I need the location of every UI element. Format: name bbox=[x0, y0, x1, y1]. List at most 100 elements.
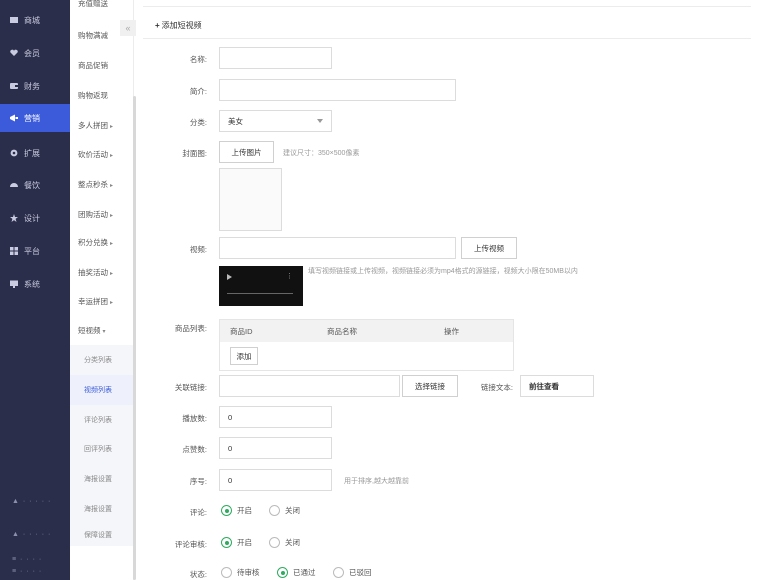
radio-checked-icon bbox=[277, 567, 288, 578]
submenu-item[interactable]: 砍价活动 ▸ bbox=[78, 149, 113, 160]
secondary-menu: 充值赠送 购物满减 商品促销 购物返现 多人拼团 ▸ 砍价活动 ▸ 整点秒杀 ▸ 团购… bbox=[70, 0, 134, 580]
submenu-child[interactable]: 分类列表 bbox=[70, 345, 134, 375]
submenu-item[interactable]: 积分兑换 ▸ bbox=[78, 237, 113, 248]
nav-item-label: 扩展 bbox=[24, 148, 40, 158]
category-select[interactable]: 美女 bbox=[219, 110, 332, 132]
radio-checked-icon bbox=[221, 505, 232, 516]
submenu-child[interactable]: 海报设置 bbox=[70, 494, 134, 524]
page-title-text: 添加短视频 bbox=[161, 21, 202, 30]
name-label: 名称: bbox=[189, 55, 207, 64]
submenu-child[interactable]: 回评列表 bbox=[70, 434, 134, 464]
nav-item-label: 平台 bbox=[24, 246, 40, 256]
order-input[interactable]: 0 bbox=[219, 469, 332, 491]
likes-input[interactable]: 0 bbox=[219, 437, 332, 459]
nav-item-design[interactable]: 设计 bbox=[0, 204, 70, 232]
link-text-label: 链接文本: bbox=[480, 383, 513, 392]
name-input[interactable] bbox=[219, 47, 332, 69]
nav-item-label: 会员 bbox=[24, 48, 40, 58]
submenu-item[interactable]: 抽奖活动 ▸ bbox=[78, 267, 113, 278]
status-pending-radio[interactable]: 待审核 bbox=[221, 567, 260, 578]
submenu-item-short-video[interactable]: 短视频 ▾ bbox=[78, 325, 106, 336]
chevron-down-icon: ▾ bbox=[102, 329, 106, 335]
submenu-item[interactable]: 商品促销 bbox=[78, 60, 108, 71]
nav-item-label: 餐饮 bbox=[24, 180, 40, 190]
add-goods-button[interactable]: 添加 bbox=[230, 347, 258, 365]
submenu-item[interactable]: 整点秒杀 ▸ bbox=[78, 179, 113, 190]
chevron-right-icon: ▸ bbox=[110, 271, 114, 277]
nav-item-system[interactable]: 系统 bbox=[0, 270, 70, 298]
submenu-item-label: 购物满减 bbox=[78, 31, 108, 40]
chevron-right-icon: ▸ bbox=[110, 241, 114, 247]
submenu-item[interactable]: 充值赠送 bbox=[78, 0, 108, 9]
submenu-child[interactable]: 海报设置 bbox=[70, 464, 134, 494]
review-on-radio[interactable]: 开启 bbox=[221, 537, 252, 548]
radio-label: 开启 bbox=[237, 538, 252, 547]
submenu-scrollbar[interactable] bbox=[133, 96, 136, 580]
category-label: 分类: bbox=[189, 118, 207, 127]
goods-table: 商品ID 商品名称 操作 添加 bbox=[219, 319, 514, 371]
submenu-item[interactable]: 多人拼团 ▸ bbox=[78, 120, 113, 131]
submenu-item-label: 购物返现 bbox=[78, 91, 108, 100]
video-hint: 填写视频链接或上传视频，视频链接必须为mp4格式的源链接，视频大小限在50MB以… bbox=[308, 268, 578, 275]
nav-item-platform[interactable]: 平台 bbox=[0, 237, 70, 265]
nav-item-extend[interactable]: 扩展 bbox=[0, 139, 70, 167]
submenu-item-label: 充值赠送 bbox=[78, 0, 108, 8]
nav-hidden-item[interactable]: ▲ · · · · · bbox=[12, 531, 51, 538]
chevron-right-icon: ▸ bbox=[110, 124, 114, 130]
collapse-menu-button[interactable]: « bbox=[120, 20, 136, 36]
cover-hint: 建议尺寸：350×500像素 bbox=[283, 150, 360, 157]
nav-item-member[interactable]: 会员 bbox=[0, 39, 70, 67]
chevron-right-icon: ▸ bbox=[110, 183, 114, 189]
play-icon bbox=[227, 274, 232, 280]
primary-nav: 商城 会员 财务 营销 扩展 餐饮 设计 平台 系统 ▲ · · · · · ▲… bbox=[0, 0, 70, 580]
status-approved-radio[interactable]: 已通过 bbox=[277, 567, 316, 578]
shop-icon bbox=[10, 16, 18, 24]
nav-item-marketing[interactable]: 营销 bbox=[0, 104, 70, 132]
megaphone-icon bbox=[10, 114, 18, 122]
video-preview[interactable]: ⋮ bbox=[219, 266, 303, 306]
nav-hidden-item[interactable]: ▲ · · · · · bbox=[12, 498, 51, 505]
video-progress bbox=[227, 293, 293, 294]
upload-image-button[interactable]: 上传图片 bbox=[219, 141, 274, 163]
video-label: 视频: bbox=[189, 245, 207, 254]
review-off-radio[interactable]: 关闭 bbox=[269, 537, 300, 548]
submenu-item-label: 幸运拼团 bbox=[78, 297, 108, 306]
plays-input[interactable]: 0 bbox=[219, 406, 332, 428]
submenu-item-label: 团购活动 bbox=[78, 210, 108, 219]
chevron-right-icon: ▸ bbox=[110, 153, 114, 159]
submenu-child[interactable]: 保障设置 bbox=[70, 524, 134, 546]
comment-on-radio[interactable]: 开启 bbox=[221, 505, 252, 516]
submenu-item-label: 抽奖活动 bbox=[78, 268, 108, 277]
chevron-right-icon: ▸ bbox=[110, 213, 114, 219]
status-rejected-radio[interactable]: 已驳回 bbox=[333, 567, 372, 578]
link-label: 关联链接: bbox=[174, 383, 207, 392]
submenu-item[interactable]: 团购活动 ▸ bbox=[78, 209, 113, 220]
nav-hidden-item[interactable]: ≡ · · · · bbox=[12, 556, 42, 563]
submenu-item[interactable]: 购物返现 bbox=[78, 90, 108, 101]
cover-thumbnail[interactable] bbox=[219, 168, 282, 231]
link-text-input[interactable]: 前往查看 bbox=[520, 375, 594, 397]
video-url-input[interactable] bbox=[219, 237, 456, 259]
submenu-child[interactable]: 评论列表 bbox=[70, 405, 134, 435]
nav-item-catering[interactable]: 餐饮 bbox=[0, 171, 70, 199]
submenu-item[interactable]: 购物满减 bbox=[78, 30, 108, 41]
nav-item-finance[interactable]: 财务 bbox=[0, 72, 70, 100]
submenu-child-video-list[interactable]: 视频列表 bbox=[70, 375, 134, 405]
upload-video-button[interactable]: 上传视频 bbox=[461, 237, 517, 259]
submenu-item-label: 商品促销 bbox=[78, 61, 108, 70]
nav-item-shop[interactable]: 商城 bbox=[0, 6, 70, 34]
submenu-item[interactable]: 幸运拼团 ▸ bbox=[78, 296, 113, 307]
radio-label: 关闭 bbox=[285, 506, 300, 515]
main-content: + 添加短视频 名称: 简介: 分类: 美女 封面图: 上传图片 建议尺寸：350… bbox=[143, 0, 764, 580]
radio-label: 待审核 bbox=[237, 568, 260, 577]
intro-input[interactable] bbox=[219, 79, 456, 101]
grid-icon bbox=[10, 247, 18, 255]
radio-label: 已驳回 bbox=[349, 568, 372, 577]
intro-label: 简介: bbox=[189, 87, 207, 96]
nav-item-label: 设计 bbox=[24, 213, 40, 223]
radio-unchecked-icon bbox=[269, 505, 280, 516]
nav-hidden-item[interactable]: ≡ · · · · bbox=[12, 568, 42, 575]
comment-off-radio[interactable]: 关闭 bbox=[269, 505, 300, 516]
link-input[interactable] bbox=[219, 375, 400, 397]
plays-label: 播放数: bbox=[182, 414, 207, 423]
